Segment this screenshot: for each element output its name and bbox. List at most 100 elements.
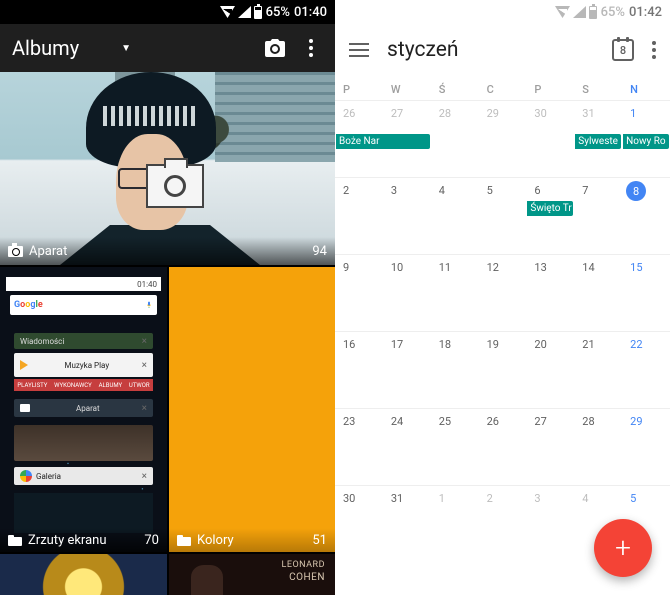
battery-percent: 65% [601, 5, 625, 20]
calendar-day[interactable]: 18 [431, 332, 479, 408]
calendar-day[interactable]: 1 [431, 486, 479, 545]
calendar-day[interactable]: 13 [526, 255, 574, 331]
dropdown-icon[interactable]: ▼ [121, 43, 131, 54]
calendar-day[interactable]: 7 [574, 178, 622, 254]
calendar-day[interactable]: 28 [574, 409, 622, 485]
music-tabs: PLAYLISTYWYKONAWCYALBUMYUTWOR [14, 379, 153, 391]
calendar-day[interactable]: 2 [479, 486, 527, 545]
calendar-app: 65% 01:42 styczeń 8 P W Ś C P S N 262728… [335, 0, 670, 595]
calendar-day[interactable]: 8 [622, 178, 670, 254]
calendar-day[interactable]: 3 [526, 486, 574, 545]
calendar-day[interactable]: 21 [574, 332, 622, 408]
dow-label: P [335, 76, 383, 100]
calendar-day[interactable]: 30 [335, 486, 383, 545]
signal-icon [238, 6, 251, 18]
calendar-day[interactable]: 2 [335, 178, 383, 254]
album-count: 70 [144, 533, 159, 548]
calendar-day[interactable]: 14 [574, 255, 622, 331]
calendar-day[interactable]: 4 [431, 178, 479, 254]
calendar-day[interactable]: 16 [335, 332, 383, 408]
camera-button[interactable] [263, 36, 287, 60]
photo-strip [14, 425, 153, 461]
calendar-day[interactable]: 23 [335, 409, 383, 485]
screenshot-thumbnail: 01:40 Google Wiadomości× Muzyka Play× PL… [6, 277, 161, 527]
album-count: 51 [312, 533, 327, 548]
dow-label: Ś [431, 76, 479, 100]
recents-card: Wiadomości× [14, 333, 153, 349]
album-zrzuty-ekranu[interactable]: 01:40 Google Wiadomości× Muzyka Play× PL… [0, 267, 167, 552]
album-kolory[interactable]: Kolory 51 [169, 267, 335, 552]
calendar-day[interactable]: 28 [431, 101, 479, 177]
status-bar: 65% 01:40 [0, 0, 335, 24]
album-name: Aparat [29, 244, 67, 259]
signal-icon [573, 6, 586, 18]
dow-label: N [622, 76, 670, 100]
clock: 01:42 [629, 5, 662, 20]
calendar-day[interactable]: 11 [431, 255, 479, 331]
plus-icon: + [615, 534, 631, 562]
calendar-day[interactable]: 6 [526, 178, 574, 254]
calendar-day[interactable]: 27 [526, 409, 574, 485]
event-chip[interactable]: Nowy Ro [623, 134, 669, 149]
month-title[interactable]: styczeń [387, 38, 459, 62]
google-search-bar: Google [10, 295, 157, 315]
calendar-day[interactable]: 30 [526, 101, 574, 177]
album-name: Zrzuty ekranu [28, 533, 107, 548]
dow-label: W [383, 76, 431, 100]
wifi-icon [220, 6, 235, 18]
event-chip[interactable]: Sylweste [575, 134, 621, 149]
album-cutoff[interactable]: LEONARD COHEN [169, 554, 335, 595]
dow-label: S [574, 76, 622, 100]
calendar-day[interactable]: 10 [383, 255, 431, 331]
calendar-day[interactable]: 17 [383, 332, 431, 408]
camera-overlay-icon [146, 164, 204, 208]
camera-icon [8, 246, 23, 257]
calendar-week: 2345678 Święto Tr [335, 177, 670, 254]
today-indicator: 8 [626, 181, 646, 201]
inner-status-bar: 01:40 [6, 277, 161, 291]
calendar-day[interactable]: 29 [479, 101, 527, 177]
status-bar: 65% 01:42 [335, 0, 670, 24]
calendar-day[interactable]: 19 [479, 332, 527, 408]
album-name: Kolory [197, 533, 234, 548]
event-chip[interactable]: Boże Nar [336, 134, 430, 149]
calendar-day[interactable]: 5 [479, 178, 527, 254]
calendar-day[interactable]: 29 [622, 409, 670, 485]
hamburger-menu-button[interactable] [349, 43, 369, 57]
today-button[interactable]: 8 [612, 39, 634, 61]
portrait-silhouette [191, 565, 223, 595]
calendar-day[interactable]: 15 [622, 255, 670, 331]
add-event-fab[interactable]: + [594, 519, 652, 577]
recents-card: Aparat× [14, 399, 153, 417]
album-grid: Aparat 94 01:40 Google Wiadomości× [0, 72, 335, 595]
folder-icon [8, 535, 22, 546]
album-aparat[interactable]: Aparat 94 [0, 72, 335, 265]
album-thumb-text: 20 [71, 568, 97, 593]
gallery-icon [20, 470, 32, 482]
album-thumb-text: COHEN [289, 572, 325, 583]
dow-label: C [479, 76, 527, 100]
calendar-day[interactable]: 9 [335, 255, 383, 331]
wifi-icon [555, 6, 570, 18]
calendar-day[interactable]: 12 [479, 255, 527, 331]
calendar-day[interactable]: 3 [383, 178, 431, 254]
calendar-day[interactable]: 26 [479, 409, 527, 485]
calendar-day[interactable]: 24 [383, 409, 431, 485]
album-count: 94 [312, 244, 327, 259]
calendar-day[interactable]: 31 [383, 486, 431, 545]
overflow-menu-button[interactable] [652, 41, 656, 59]
folder-icon [177, 535, 191, 546]
album-cutoff[interactable]: 20 [0, 554, 167, 595]
event-chip[interactable]: Święto Tr [527, 201, 573, 216]
calendar-week: 9101112131415 [335, 254, 670, 331]
calendar-week: 2627282930311Boże NarSylwesteNowy Ro [335, 100, 670, 177]
overflow-menu-button[interactable] [299, 36, 323, 60]
gallery-app: 65% 01:40 Albumy ▼ [0, 0, 335, 595]
battery-percent: 65% [266, 5, 290, 20]
calendar-toolbar: styczeń 8 [335, 24, 670, 76]
calendar-day[interactable]: 20 [526, 332, 574, 408]
calendar-day[interactable]: 25 [431, 409, 479, 485]
calendar-grid: P W Ś C P S N 2627282930311Boże NarSylwe… [335, 76, 670, 545]
calendar-day[interactable]: 22 [622, 332, 670, 408]
toolbar-title[interactable]: Albumy [12, 36, 79, 60]
